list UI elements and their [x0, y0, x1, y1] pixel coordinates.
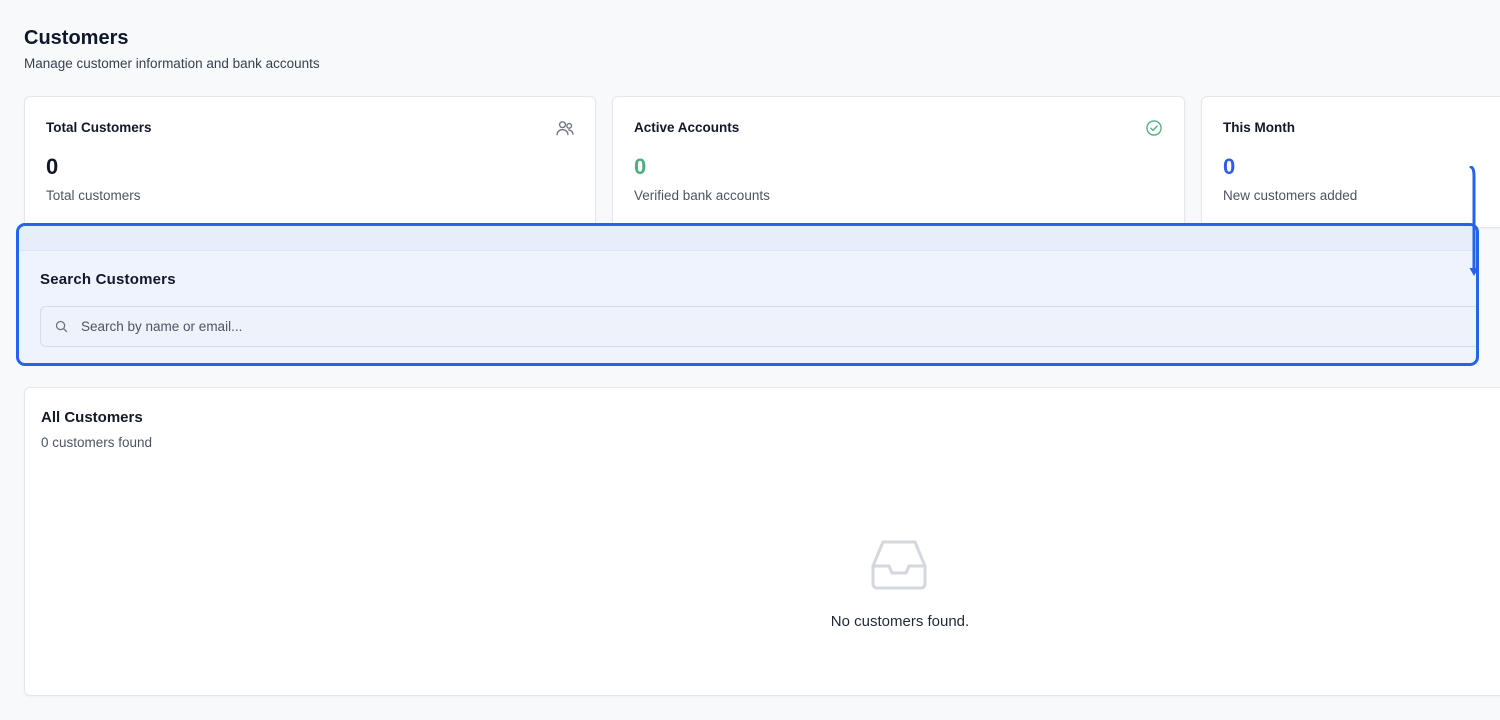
stat-value: 0 — [1223, 154, 1236, 179]
inbox-icon — [871, 540, 927, 590]
search-panel-title: Search Customers — [40, 271, 176, 288]
search-input[interactable] — [81, 307, 1461, 346]
stat-description: Total customers — [46, 188, 141, 203]
search-icon — [55, 320, 68, 333]
all-customers-title: All Customers — [41, 409, 143, 426]
stat-value: 0 — [46, 154, 59, 179]
page-subtitle: Manage customer information and bank acc… — [24, 56, 320, 71]
page-title: Customers — [24, 27, 129, 49]
stat-description: New customers added — [1223, 188, 1358, 203]
empty-state-message: No customers found. — [830, 613, 970, 630]
stat-title: Total Customers — [46, 120, 152, 135]
page-header: Customers Manage customer information an… — [24, 26, 320, 71]
stat-card-active-accounts: Active Accounts 0 Verified bank accounts — [612, 96, 1185, 228]
all-customers-card: All Customers 0 customers found No custo… — [24, 387, 1500, 696]
stat-title: Active Accounts — [634, 120, 740, 135]
stat-value: 0 — [634, 154, 647, 179]
customers-count: 0 customers found — [41, 435, 153, 450]
search-customers-panel: Search Customers — [16, 223, 1479, 366]
users-icon — [556, 121, 574, 136]
check-circle-icon — [1146, 120, 1162, 136]
stat-card-this-month: This Month 0 New customers added — [1201, 96, 1500, 228]
stat-description: Verified bank accounts — [634, 188, 770, 203]
stat-card-total-customers: Total Customers 0 Total customers — [24, 96, 596, 228]
panel-divider-strip — [19, 226, 1476, 251]
search-box[interactable] — [40, 306, 1476, 347]
scroll-down-arrow-icon — [1469, 166, 1479, 276]
stat-title: This Month — [1223, 120, 1295, 135]
